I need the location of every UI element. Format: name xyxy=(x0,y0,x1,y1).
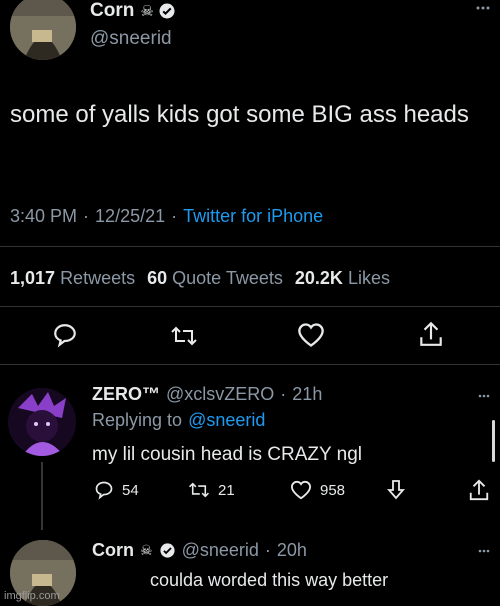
reply-text: my lil cousin head is CRAZY ngl xyxy=(92,444,362,465)
like-icon[interactable] xyxy=(297,322,325,348)
author-name[interactable]: Corn xyxy=(90,0,134,22)
retweet-icon[interactable] xyxy=(170,323,198,349)
replying-to-handle[interactable]: @sneerid xyxy=(188,410,265,431)
reply-count: 54 xyxy=(122,481,139,499)
more-options-icon[interactable] xyxy=(476,6,490,10)
separator-dot: · xyxy=(280,384,287,404)
quote-tweets-count: 60 xyxy=(147,268,168,288)
like-icon[interactable] xyxy=(290,480,312,500)
retweets-stat[interactable]: 1,017 Retweets xyxy=(10,268,135,289)
reply-icon[interactable] xyxy=(52,322,78,348)
like-count: 958 xyxy=(320,481,346,499)
more-options-icon[interactable] xyxy=(478,549,490,553)
reply-time[interactable]: 21h xyxy=(292,384,322,405)
divider xyxy=(0,306,500,307)
reply-author-name[interactable]: ZERO™ xyxy=(92,384,160,405)
replying-to-label: Replying to xyxy=(92,410,183,430)
divider xyxy=(0,364,500,365)
tweet-time[interactable]: 3:40 PM xyxy=(10,206,77,227)
retweets-count: 1,017 xyxy=(10,268,56,288)
reply-author-handle[interactable]: @xclsvZERO xyxy=(166,384,274,405)
retweet-count: 21 xyxy=(218,481,235,499)
avatar-image xyxy=(10,0,76,60)
quote-tweets-stat[interactable]: 60 Quote Tweets xyxy=(147,268,283,289)
watermark: imgflip.com xyxy=(4,590,60,602)
scrollbar[interactable] xyxy=(492,420,495,462)
reply-author-handle[interactable]: @sneerid xyxy=(182,540,259,561)
tweet-text: some of yalls kids got some BIG ass head… xyxy=(10,101,469,128)
separator-dot: · xyxy=(171,206,178,226)
tweet-source[interactable]: Twitter for iPhone xyxy=(183,206,323,227)
separator-dot: · xyxy=(264,540,271,560)
likes-stat[interactable]: 20.2K Likes xyxy=(295,268,390,289)
more-options-icon[interactable] xyxy=(478,394,490,398)
retweets-label: Retweets xyxy=(60,268,136,288)
quote-tweets-label: Quote Tweets xyxy=(172,268,283,288)
separator-dot: · xyxy=(83,206,90,226)
reply-text: coulda worded this way better xyxy=(150,570,389,590)
reply-time[interactable]: 20h xyxy=(277,540,307,561)
reply-icon[interactable] xyxy=(94,480,114,500)
likes-label: Likes xyxy=(347,268,390,288)
share-icon[interactable] xyxy=(418,320,444,348)
avatar-image xyxy=(8,388,76,456)
thread-line xyxy=(41,462,43,530)
reply-author-name[interactable]: Corn xyxy=(92,540,134,561)
author-handle[interactable]: @sneerid xyxy=(90,28,172,50)
retweet-icon[interactable] xyxy=(188,480,210,500)
author-emoji: ☠ xyxy=(140,3,154,20)
verified-badge-icon xyxy=(159,542,176,559)
downvote-icon[interactable] xyxy=(386,479,406,501)
author-avatar[interactable] xyxy=(10,0,76,60)
reply-author-avatar[interactable] xyxy=(8,388,76,456)
author-emoji: ☠ xyxy=(140,542,153,558)
verified-badge-icon xyxy=(158,2,176,20)
tweet-date[interactable]: 12/25/21 xyxy=(95,206,165,227)
share-icon[interactable] xyxy=(468,478,490,502)
divider xyxy=(0,246,500,247)
likes-count: 20.2K xyxy=(294,268,343,288)
